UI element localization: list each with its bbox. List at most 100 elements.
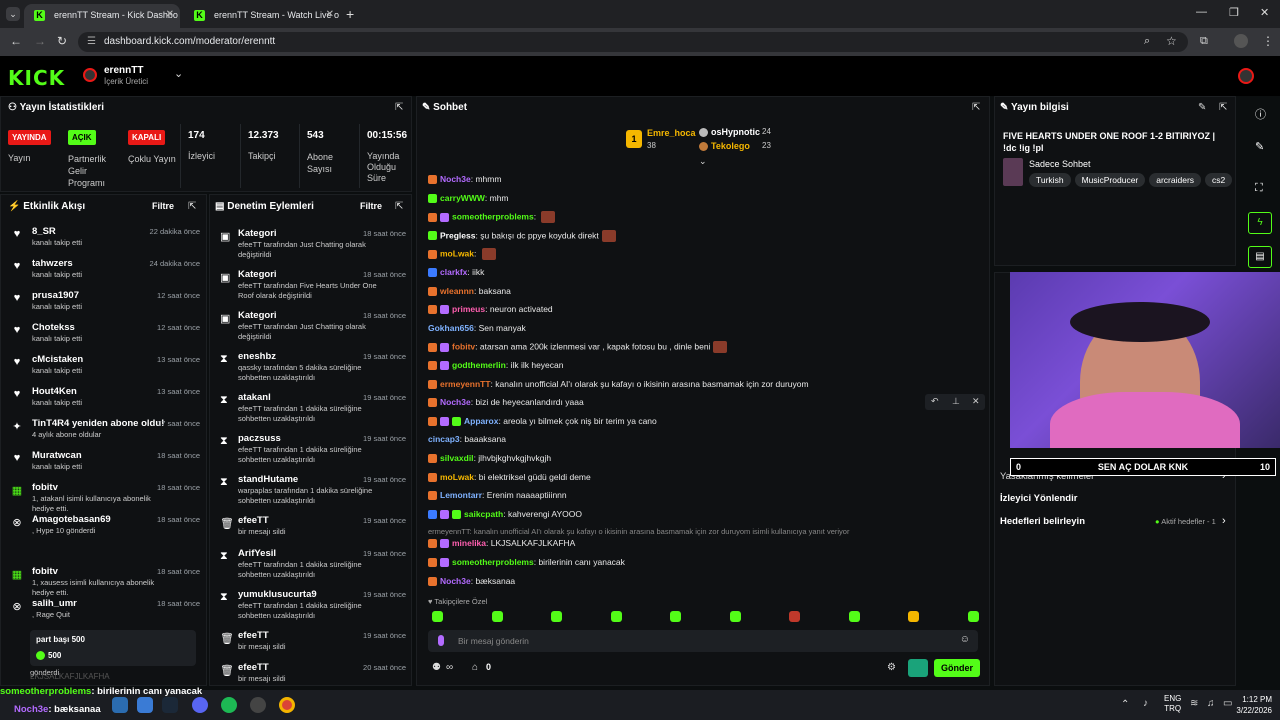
emote-icon[interactable] (610, 611, 622, 622)
bookmark-star-icon[interactable]: ☆ (1166, 34, 1177, 48)
moderation-item[interactable]: 🗑 efeeTT bir mesajı sildi 19 saat önce (218, 515, 406, 549)
chat-message[interactable]: moLwak: bi elektriksel güdü geldi deme (428, 472, 968, 488)
moderation-item[interactable]: ⧗ atakanl efeeTT tarafından 1 dakika sürel… (218, 392, 406, 426)
activity-item[interactable]: ⊗ salih_umr, Rage Quit 18 saat önce (10, 598, 200, 628)
chevron-up-icon[interactable]: ⌃ (1121, 699, 1129, 710)
chat-username[interactable]: Lemontarr (440, 490, 482, 500)
moderation-item[interactable]: ⧗ yumuklusucurta9 efeeTT tarafından 1 daki… (218, 589, 406, 623)
chat-username[interactable]: someotherproblems (452, 211, 534, 221)
popout-icon[interactable]: ⇱ (188, 201, 196, 212)
chat-message[interactable]: carryWWW: mhm (428, 193, 968, 209)
activity-item[interactable]: ▦ fobitv 1, atakanl isimli kullanıcıya abo… (10, 482, 200, 513)
popout-icon[interactable]: ⇱ (972, 102, 980, 113)
chat-username[interactable]: Pregless (440, 230, 475, 240)
emote-icon[interactable] (551, 611, 562, 622)
chat-message[interactable]: wleannn: baksana (428, 286, 968, 302)
activity-item[interactable]: ♥ 8_SR kanalı takip etti 22 dakika önce (10, 226, 200, 256)
emoji-icon[interactable]: ☺ (960, 634, 970, 645)
gift-icon[interactable]: ⌂ (472, 662, 478, 673)
chevron-down-icon[interactable]: ⌄ (699, 156, 707, 167)
activity-item[interactable]: ✦ TinT4R4 yeniden abone oldu! 4 aylık abon… (10, 418, 200, 448)
maximize-icon[interactable]: ❐ (1229, 6, 1239, 19)
chat-username[interactable]: ermeyennTT (440, 379, 491, 389)
activity-user[interactable]: Hout4Ken (32, 386, 77, 397)
trash-icon[interactable]: ✕ (972, 396, 980, 407)
file-explorer-icon[interactable] (112, 697, 128, 713)
activity-user[interactable]: Amagotebasan69 (32, 514, 111, 525)
new-tab-icon[interactable]: + (346, 6, 354, 22)
language-indicator[interactable]: ENG TRQ (1164, 694, 1181, 714)
moderation-target[interactable]: eneshbz (238, 351, 276, 362)
chat-username[interactable]: Gokhan656 (428, 323, 474, 333)
spotify-icon[interactable] (221, 697, 237, 713)
viewer-redirect-row[interactable]: İzleyici Yönlendir (1000, 493, 1077, 504)
activity-user[interactable]: tahwzers (32, 258, 73, 269)
emote-icon[interactable] (491, 611, 503, 622)
moderation-target[interactable]: Kategori (238, 228, 277, 239)
chat-username[interactable]: fobitv (452, 342, 475, 352)
chat-username[interactable]: moLwak (440, 472, 474, 482)
chat-username[interactable]: Noch3e (440, 397, 471, 407)
tab-search-icon[interactable]: ⌄ (6, 7, 20, 21)
moderation-target[interactable]: Kategori (238, 269, 277, 280)
chat-message[interactable]: Noch3e: mhmm (428, 174, 968, 190)
chat-username[interactable]: silvaxdil (440, 453, 474, 463)
activity-item[interactable]: ♥ Chotekss kanalı takip etti 12 saat önce (10, 322, 200, 352)
user-avatar[interactable] (1238, 68, 1254, 84)
activity-item[interactable]: ♥ tahwzers kanalı takip etti 24 dakika önce (10, 258, 200, 288)
url-field[interactable]: dashboard.kick.com/moderator/erenntt (78, 32, 1188, 52)
emote-icon[interactable] (432, 611, 443, 622)
wifi-icon[interactable]: ≋ (1190, 698, 1198, 709)
activity-user[interactable]: fobitv (32, 482, 58, 493)
chat-input[interactable]: Bir mesaj gönderin ☺ (428, 630, 978, 652)
chat-message[interactable]: Lemontarr: Erenim naaaaptiiinnn (428, 490, 968, 506)
moderation-target[interactable]: efeeTT (238, 662, 269, 673)
moderation-target[interactable]: Kategori (238, 310, 277, 321)
activity-user[interactable]: 8_SR (32, 226, 56, 237)
chat-message[interactable]: silvaxdil: jlhvbjkghvkgjhvkgjh (428, 453, 968, 469)
chat-username[interactable]: clarkfx (440, 267, 467, 277)
settings-gear-icon[interactable]: ⚙ (887, 662, 896, 673)
back-icon[interactable]: ← (10, 34, 22, 48)
moderation-item[interactable]: ▣ Kategori efeeTT tarafından Just Chatting… (218, 310, 406, 344)
moderation-target[interactable]: yumuklusucurta9 (238, 589, 317, 600)
chat-username[interactable]: Noch3e (440, 174, 471, 184)
chat-message[interactable]: primeus: neuron activated (428, 304, 968, 320)
moderation-item[interactable]: 🗑 efeeTT bir mesajı sildi 19 saat önce (218, 630, 406, 664)
chat-message[interactable]: saikcpath: kahverengi AYOOO (428, 509, 968, 525)
chat-message[interactable]: minelika: LKJSALKAFJLKAFHA (428, 538, 968, 554)
tab-dashboard[interactable]: K erennTT Stream - Kick Dashbo ✕ (24, 4, 180, 28)
moderation-item[interactable]: ⧗ paczsuss efeeTT tarafından 1 dakika süre… (218, 433, 406, 467)
chat-username[interactable]: minelika (452, 538, 486, 548)
activity-user[interactable]: TinT4R4 yeniden abone oldu! (32, 418, 164, 429)
profile-avatar[interactable] (1234, 34, 1248, 48)
activity-user[interactable]: prusa1907 (32, 290, 79, 301)
activity-item[interactable]: ♥ Muratwcan kanalı takip etti 18 saat önce (10, 450, 200, 480)
activity-filter-button[interactable]: Filtre (152, 201, 174, 211)
emote-icon[interactable] (848, 611, 860, 622)
chevron-right-icon[interactable]: › (1222, 515, 1226, 527)
clipboard-icon[interactable]: ▤ (1248, 246, 1272, 268)
clock[interactable]: 1:12 PM 3/22/2026 (1226, 694, 1272, 716)
activity-item[interactable]: ♥ Hout4Ken kanalı takip etti 13 saat önce (10, 386, 200, 416)
microphone-icon[interactable] (438, 635, 444, 646)
chat-username[interactable]: saikcpath (464, 509, 503, 519)
set-goals-row[interactable]: Hedefleri belirleyin (1000, 516, 1085, 527)
leader-name[interactable]: Emre_hoca (647, 128, 696, 138)
moderation-item[interactable]: ⧗ eneshbz qassky tarafından 5 dakika sürel… (218, 351, 406, 385)
zoom-icon[interactable]: ⌕ (1144, 35, 1150, 48)
moderation-target[interactable]: ArifYesil (238, 548, 276, 559)
emote-icon[interactable] (789, 611, 800, 622)
minimize-icon[interactable]: — (1196, 6, 1207, 18)
forward-icon[interactable]: → (34, 34, 46, 48)
emote-icon[interactable] (729, 611, 741, 622)
chat-message[interactable]: clarkfx: iikk (428, 267, 968, 283)
obs-icon[interactable] (250, 697, 266, 713)
leader-name[interactable]: Tekolego (711, 141, 750, 151)
volume-icon[interactable]: ♫ (1207, 698, 1215, 709)
chat-message[interactable]: fobitv: atarsan ama 200k izlenmesi var ,… (428, 341, 968, 357)
lightning-icon[interactable]: ϟ (1248, 212, 1272, 234)
moderation-target[interactable]: standHutame (238, 474, 298, 485)
site-info-icon[interactable]: ☰ (87, 36, 96, 47)
kick-logo[interactable]: KICK (8, 66, 65, 90)
